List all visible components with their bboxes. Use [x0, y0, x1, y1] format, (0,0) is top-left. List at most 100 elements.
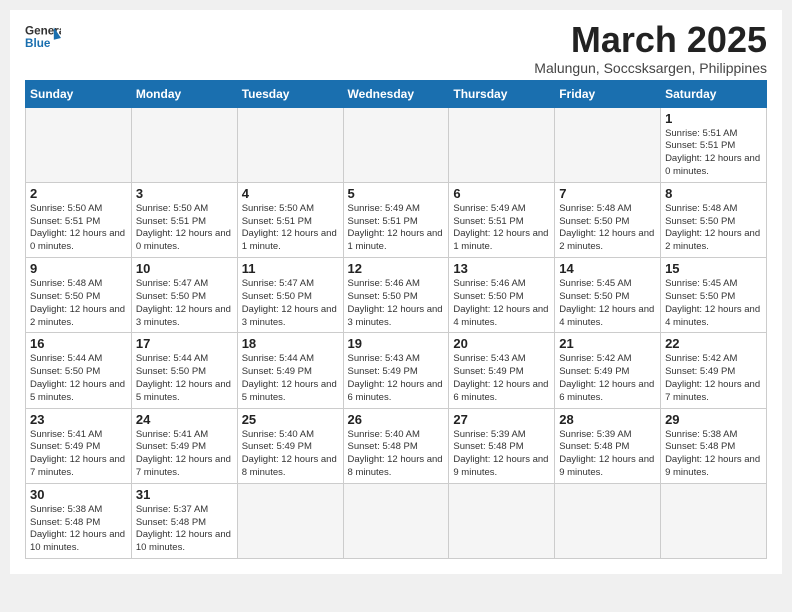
day-cell	[555, 107, 661, 182]
day-cell	[449, 483, 555, 558]
day-info: Sunrise: 5:48 AM Sunset: 5:50 PM Dayligh…	[665, 203, 762, 254]
weekday-header-wednesday: Wednesday	[343, 80, 449, 107]
day-number: 22	[665, 336, 762, 351]
day-info: Sunrise: 5:49 AM Sunset: 5:51 PM Dayligh…	[348, 203, 445, 254]
day-cell: 11Sunrise: 5:47 AM Sunset: 5:50 PM Dayli…	[237, 258, 343, 333]
day-cell	[449, 107, 555, 182]
day-number: 25	[242, 412, 339, 427]
day-info: Sunrise: 5:45 AM Sunset: 5:50 PM Dayligh…	[665, 278, 762, 329]
weekday-header-saturday: Saturday	[661, 80, 767, 107]
day-number: 23	[30, 412, 127, 427]
day-cell: 13 Sunrise: 5:46 AM Sunset: 5:50 PM Dayli…	[449, 258, 555, 333]
location: Malungun, Soccsksargen, Philippines	[534, 60, 767, 76]
day-cell: 1Sunrise: 5:51 AM Sunset: 5:51 PM Daylig…	[661, 107, 767, 182]
day-info: Sunrise: 5:37 AM Sunset: 5:48 PM Dayligh…	[136, 504, 233, 555]
weekday-header-monday: Monday	[131, 80, 237, 107]
title-block: March 2025 Malungun, Soccsksargen, Phili…	[534, 20, 767, 76]
logo: General Blue	[25, 20, 61, 56]
week-row-4: 23 Sunrise: 5:41 AM Sunset: 5:49 PM Dayli…	[26, 408, 767, 483]
day-cell	[661, 483, 767, 558]
weekday-header-tuesday: Tuesday	[237, 80, 343, 107]
day-info: Sunrise: 5:42 AM Sunset: 5:49 PM Dayligh…	[665, 353, 762, 404]
day-cell	[343, 483, 449, 558]
day-number: 31	[136, 487, 233, 502]
day-info: Sunrise: 5:45 AM Sunset: 5:50 PM Dayligh…	[559, 278, 656, 329]
day-number: 8	[665, 186, 762, 201]
day-cell: 15 Sunrise: 5:45 AM Sunset: 5:50 PM Dayli…	[661, 258, 767, 333]
day-number: 17	[136, 336, 233, 351]
day-number: 9	[30, 261, 127, 276]
day-info: Sunrise: 5:42 AM Sunset: 5:49 PM Dayligh…	[559, 353, 656, 404]
day-cell: 8 Sunrise: 5:48 AM Sunset: 5:50 PM Daylig…	[661, 182, 767, 257]
day-number: 20	[453, 336, 550, 351]
weekday-header-row: SundayMondayTuesdayWednesdayThursdayFrid…	[26, 80, 767, 107]
day-number: 5	[348, 186, 445, 201]
weekday-header-thursday: Thursday	[449, 80, 555, 107]
day-info: Sunrise: 5:47 AM Sunset: 5:50 PM Dayligh…	[242, 278, 339, 329]
day-info: Sunrise: 5:48 AM Sunset: 5:50 PM Dayligh…	[559, 203, 656, 254]
week-row-5: 30 Sunrise: 5:38 AM Sunset: 5:48 PM Dayli…	[26, 483, 767, 558]
day-cell: 27Sunrise: 5:39 AM Sunset: 5:48 PM Dayli…	[449, 408, 555, 483]
day-cell: 30 Sunrise: 5:38 AM Sunset: 5:48 PM Dayli…	[26, 483, 132, 558]
day-cell: 18 Sunrise: 5:44 AM Sunset: 5:49 PM Dayli…	[237, 333, 343, 408]
day-info: Sunrise: 5:41 AM Sunset: 5:49 PM Dayligh…	[30, 429, 127, 480]
day-info: Sunrise: 5:49 AM Sunset: 5:51 PM Dayligh…	[453, 203, 550, 254]
day-cell: 31 Sunrise: 5:37 AM Sunset: 5:48 PM Dayli…	[131, 483, 237, 558]
day-number: 18	[242, 336, 339, 351]
weekday-header-friday: Friday	[555, 80, 661, 107]
day-info: Sunrise: 5:41 AM Sunset: 5:49 PM Dayligh…	[136, 429, 233, 480]
day-info: Sunrise: 5:38 AM Sunset: 5:48 PM Dayligh…	[665, 429, 762, 480]
day-info: Sunrise: 5:48 AM Sunset: 5:50 PM Dayligh…	[30, 278, 127, 329]
day-number: 14	[559, 261, 656, 276]
day-info: Sunrise: 5:44 AM Sunset: 5:50 PM Dayligh…	[136, 353, 233, 404]
day-info: Sunrise: 5:50 AM Sunset: 5:51 PM Dayligh…	[136, 203, 233, 254]
day-cell: 14 Sunrise: 5:45 AM Sunset: 5:50 PM Dayli…	[555, 258, 661, 333]
header: General Blue March 2025 Malungun, Soccsk…	[25, 20, 767, 76]
day-number: 27	[453, 412, 550, 427]
month-title: March 2025	[534, 20, 767, 60]
day-cell: 21Sunrise: 5:42 AM Sunset: 5:49 PM Dayli…	[555, 333, 661, 408]
svg-text:Blue: Blue	[25, 37, 51, 50]
day-cell: 12Sunrise: 5:46 AM Sunset: 5:50 PM Dayli…	[343, 258, 449, 333]
day-number: 16	[30, 336, 127, 351]
day-info: Sunrise: 5:46 AM Sunset: 5:50 PM Dayligh…	[348, 278, 445, 329]
day-cell	[237, 483, 343, 558]
day-number: 24	[136, 412, 233, 427]
day-info: Sunrise: 5:39 AM Sunset: 5:48 PM Dayligh…	[559, 429, 656, 480]
day-info: Sunrise: 5:40 AM Sunset: 5:49 PM Dayligh…	[242, 429, 339, 480]
day-cell: 7 Sunrise: 5:48 AM Sunset: 5:50 PM Daylig…	[555, 182, 661, 257]
day-info: Sunrise: 5:44 AM Sunset: 5:49 PM Dayligh…	[242, 353, 339, 404]
day-number: 26	[348, 412, 445, 427]
day-cell	[237, 107, 343, 182]
day-info: Sunrise: 5:46 AM Sunset: 5:50 PM Dayligh…	[453, 278, 550, 329]
day-cell: 24 Sunrise: 5:41 AM Sunset: 5:49 PM Dayli…	[131, 408, 237, 483]
day-number: 19	[348, 336, 445, 351]
day-number: 15	[665, 261, 762, 276]
day-info: Sunrise: 5:50 AM Sunset: 5:51 PM Dayligh…	[242, 203, 339, 254]
day-cell: 28 Sunrise: 5:39 AM Sunset: 5:48 PM Dayli…	[555, 408, 661, 483]
day-cell	[131, 107, 237, 182]
day-number: 2	[30, 186, 127, 201]
calendar-table: SundayMondayTuesdayWednesdayThursdayFrid…	[25, 80, 767, 560]
day-info: Sunrise: 5:43 AM Sunset: 5:49 PM Dayligh…	[453, 353, 550, 404]
day-cell: 5 Sunrise: 5:49 AM Sunset: 5:51 PM Daylig…	[343, 182, 449, 257]
day-cell: 26Sunrise: 5:40 AM Sunset: 5:48 PM Dayli…	[343, 408, 449, 483]
day-info: Sunrise: 5:43 AM Sunset: 5:49 PM Dayligh…	[348, 353, 445, 404]
calendar-page: General Blue March 2025 Malungun, Soccsk…	[10, 10, 782, 574]
day-cell: 4Sunrise: 5:50 AM Sunset: 5:51 PM Daylig…	[237, 182, 343, 257]
day-number: 13	[453, 261, 550, 276]
day-cell	[343, 107, 449, 182]
day-cell: 10Sunrise: 5:47 AM Sunset: 5:50 PM Dayli…	[131, 258, 237, 333]
day-cell: 22 Sunrise: 5:42 AM Sunset: 5:49 PM Dayli…	[661, 333, 767, 408]
day-number: 28	[559, 412, 656, 427]
day-cell: 20 Sunrise: 5:43 AM Sunset: 5:49 PM Dayli…	[449, 333, 555, 408]
day-info: Sunrise: 5:47 AM Sunset: 5:50 PM Dayligh…	[136, 278, 233, 329]
day-number: 6	[453, 186, 550, 201]
day-number: 30	[30, 487, 127, 502]
day-number: 29	[665, 412, 762, 427]
day-cell	[555, 483, 661, 558]
day-number: 7	[559, 186, 656, 201]
day-number: 3	[136, 186, 233, 201]
day-info: Sunrise: 5:38 AM Sunset: 5:48 PM Dayligh…	[30, 504, 127, 555]
day-info: Sunrise: 5:44 AM Sunset: 5:50 PM Dayligh…	[30, 353, 127, 404]
